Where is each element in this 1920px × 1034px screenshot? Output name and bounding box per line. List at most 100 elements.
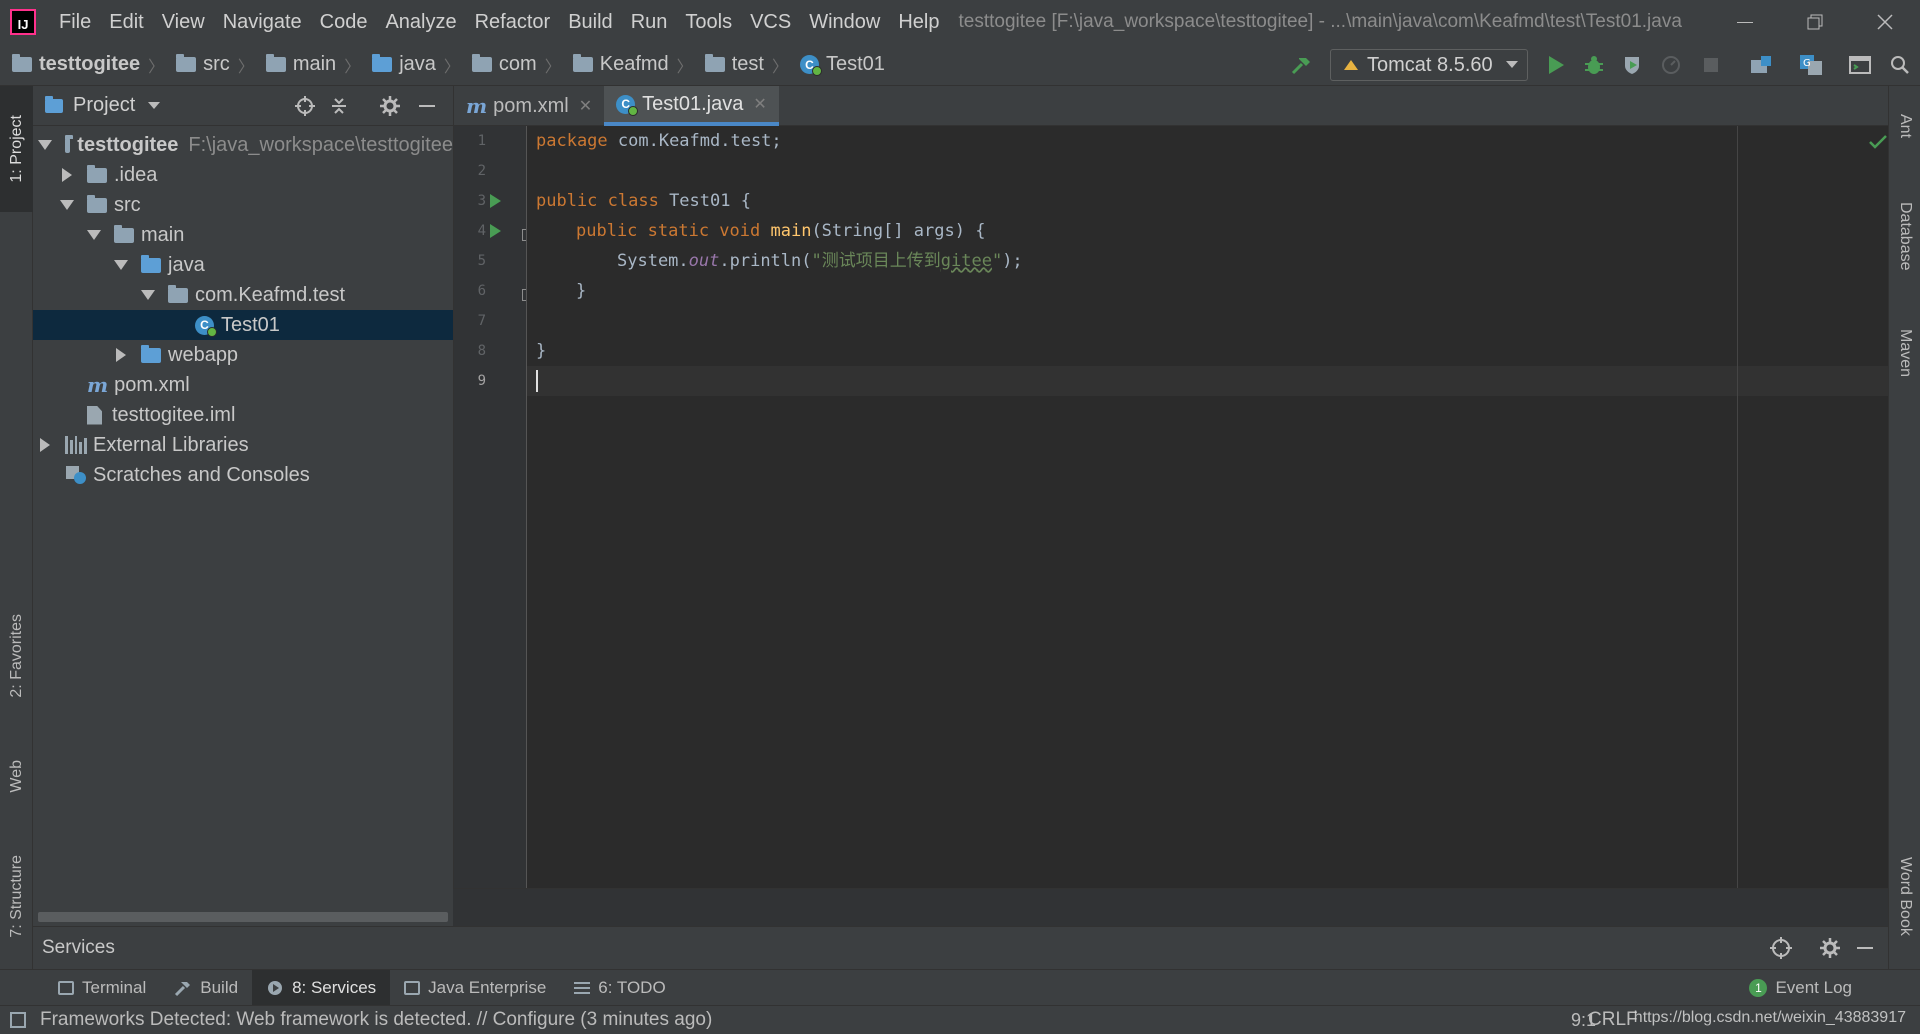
horizontal-scrollbar[interactable]	[38, 912, 448, 922]
menu-build[interactable]: Build	[559, 0, 621, 44]
restore-button[interactable]	[1780, 0, 1850, 44]
line-separator-widget[interactable]: CRLF	[1588, 1009, 1638, 1031]
menu-file[interactable]: File	[50, 0, 100, 44]
breadcrumb-label: java	[399, 53, 436, 75]
gear-icon[interactable]	[1820, 938, 1840, 958]
tree-item-scratches[interactable]: Scratches and Consoles	[33, 460, 453, 490]
run-button[interactable]	[1543, 52, 1569, 78]
tool-tab-ant[interactable]: Ant	[1889, 96, 1920, 156]
code-editor[interactable]: package com.Keafmd.test; public class Te…	[527, 126, 1888, 888]
tree-item-java[interactable]: java	[33, 250, 453, 280]
tab-build[interactable]: Build	[160, 970, 252, 1006]
expand-arrow-icon[interactable]	[88, 229, 100, 241]
build-hammer-button[interactable]	[1288, 52, 1314, 78]
collapse-all-icon[interactable]	[329, 96, 349, 116]
menu-navigate[interactable]: Navigate	[214, 0, 311, 44]
menu-code[interactable]: Code	[311, 0, 377, 44]
profile-button[interactable]	[1658, 52, 1684, 78]
locate-target-icon[interactable]	[295, 96, 315, 116]
close-window-button[interactable]	[1850, 0, 1920, 44]
maven-file-icon: m	[87, 373, 109, 397]
run-with-coverage-button[interactable]	[1619, 52, 1645, 78]
locate-target-icon[interactable]	[1770, 937, 1792, 959]
tree-item-main[interactable]: main	[33, 220, 453, 250]
expand-arrow-icon[interactable]	[115, 259, 127, 271]
close-tab-icon[interactable]: ✕	[579, 96, 592, 116]
collapse-arrow-icon[interactable]	[39, 439, 51, 451]
stop-button[interactable]	[1698, 52, 1724, 78]
tree-item-pom[interactable]: m pom.xml	[33, 370, 453, 400]
breadcrumb-main[interactable]: main 〉	[254, 53, 360, 77]
breadcrumb-test[interactable]: test 〉	[693, 53, 788, 77]
menu-vcs[interactable]: VCS	[741, 0, 800, 44]
menu-analyze[interactable]: Analyze	[376, 0, 465, 44]
search-everywhere-button[interactable]	[1887, 52, 1913, 78]
search-icon	[1891, 56, 1909, 74]
run-configuration-select[interactable]: Tomcat 8.5.60	[1330, 49, 1528, 81]
minimize-button[interactable]	[1710, 0, 1780, 44]
tool-tab-favorites[interactable]: 2: Favorites	[0, 596, 33, 716]
breadcrumb-test01[interactable]: C Test01	[788, 53, 885, 76]
breadcrumb-com[interactable]: com 〉	[460, 53, 561, 77]
tree-item-project-root[interactable]: testtogitee F:\java_workspace\testtogite…	[33, 130, 453, 160]
tree-item-test01[interactable]: C Test01	[33, 310, 453, 340]
editor-tab-pom[interactable]: m pom.xml ✕	[454, 86, 604, 126]
left-tool-strip: 1: Project 2: Favorites Web 7: Structure	[0, 86, 33, 969]
tool-tab-word-book[interactable]: Word Book	[1889, 836, 1920, 956]
inspection-ok-icon[interactable]	[1869, 134, 1887, 150]
line-number: 5	[477, 253, 486, 269]
toggle-tool-windows-icon[interactable]	[10, 1012, 26, 1028]
menu-refactor[interactable]: Refactor	[466, 0, 560, 44]
close-tab-icon[interactable]: ✕	[753, 94, 766, 114]
tree-item-iml[interactable]: testtogitee.iml	[33, 400, 453, 430]
current-line-highlight	[527, 366, 1888, 396]
translate-button[interactable]: G	[1798, 52, 1824, 78]
tab-terminal[interactable]: Terminal	[44, 970, 160, 1006]
project-structure-button[interactable]	[1748, 52, 1774, 78]
breadcrumb-src[interactable]: src 〉	[164, 53, 254, 77]
menu-edit[interactable]: Edit	[100, 0, 152, 44]
tree-item-package[interactable]: com.Keafmd.test	[33, 280, 453, 310]
tab-java-enterprise[interactable]: Java Enterprise	[390, 970, 560, 1006]
tool-tab-database[interactable]: Database	[1889, 181, 1920, 291]
menu-tools[interactable]: Tools	[676, 0, 741, 44]
tool-tab-web[interactable]: Web	[0, 746, 33, 806]
event-log-button[interactable]: 1 Event Log	[1749, 970, 1852, 1006]
minimize-panel-icon[interactable]	[417, 96, 437, 116]
tree-item-webapp[interactable]: webapp	[33, 340, 453, 370]
breadcrumb-project[interactable]: testtogitee 〉	[0, 53, 164, 77]
debug-button[interactable]	[1581, 52, 1607, 78]
tree-item-label: src	[114, 193, 141, 216]
code-line-4: public static void main(String[] args) {	[576, 221, 986, 241]
run-class-gutter-icon[interactable]	[490, 194, 501, 208]
collapse-arrow-icon[interactable]	[115, 349, 127, 361]
folder-icon	[265, 54, 286, 72]
expand-arrow-icon[interactable]	[39, 139, 51, 151]
editor-gutter[interactable]: 1 2 3 4 5 6 7 8 9	[453, 126, 532, 888]
tab-todo[interactable]: 6: TODO	[560, 970, 679, 1006]
breadcrumb-java[interactable]: java 〉	[360, 53, 460, 77]
tab-services[interactable]: 8: Services	[252, 969, 391, 1006]
tree-item-external-libraries[interactable]: External Libraries	[33, 430, 453, 460]
breadcrumb-keafmd[interactable]: Keafmd 〉	[561, 53, 693, 77]
status-message[interactable]: Frameworks Detected: Web framework is de…	[40, 1009, 712, 1031]
run-main-gutter-icon[interactable]	[490, 224, 501, 238]
gear-icon[interactable]	[380, 96, 400, 116]
menu-view[interactable]: View	[153, 0, 214, 44]
tool-tab-structure[interactable]: 7: Structure	[0, 836, 33, 956]
tree-item-label: com.Keafmd.test	[195, 283, 346, 306]
menu-run[interactable]: Run	[622, 0, 677, 44]
expand-arrow-icon[interactable]	[142, 289, 154, 301]
expand-arrow-icon[interactable]	[61, 199, 73, 211]
collapse-arrow-icon[interactable]	[61, 169, 73, 181]
menu-help[interactable]: Help	[889, 0, 948, 44]
tree-item-src[interactable]: src	[33, 190, 453, 220]
editor-tab-test01[interactable]: C Test01.java ✕	[604, 86, 779, 126]
tool-tab-project[interactable]: 1: Project	[0, 86, 33, 212]
terminal-toolbar-button[interactable]	[1847, 52, 1873, 78]
minimize-panel-icon[interactable]	[1855, 938, 1875, 958]
menu-window[interactable]: Window	[800, 0, 889, 44]
tool-tab-maven[interactable]: Maven	[1889, 306, 1920, 401]
project-view-select[interactable]: Project	[73, 94, 161, 117]
tree-item-idea[interactable]: .idea	[33, 160, 453, 190]
